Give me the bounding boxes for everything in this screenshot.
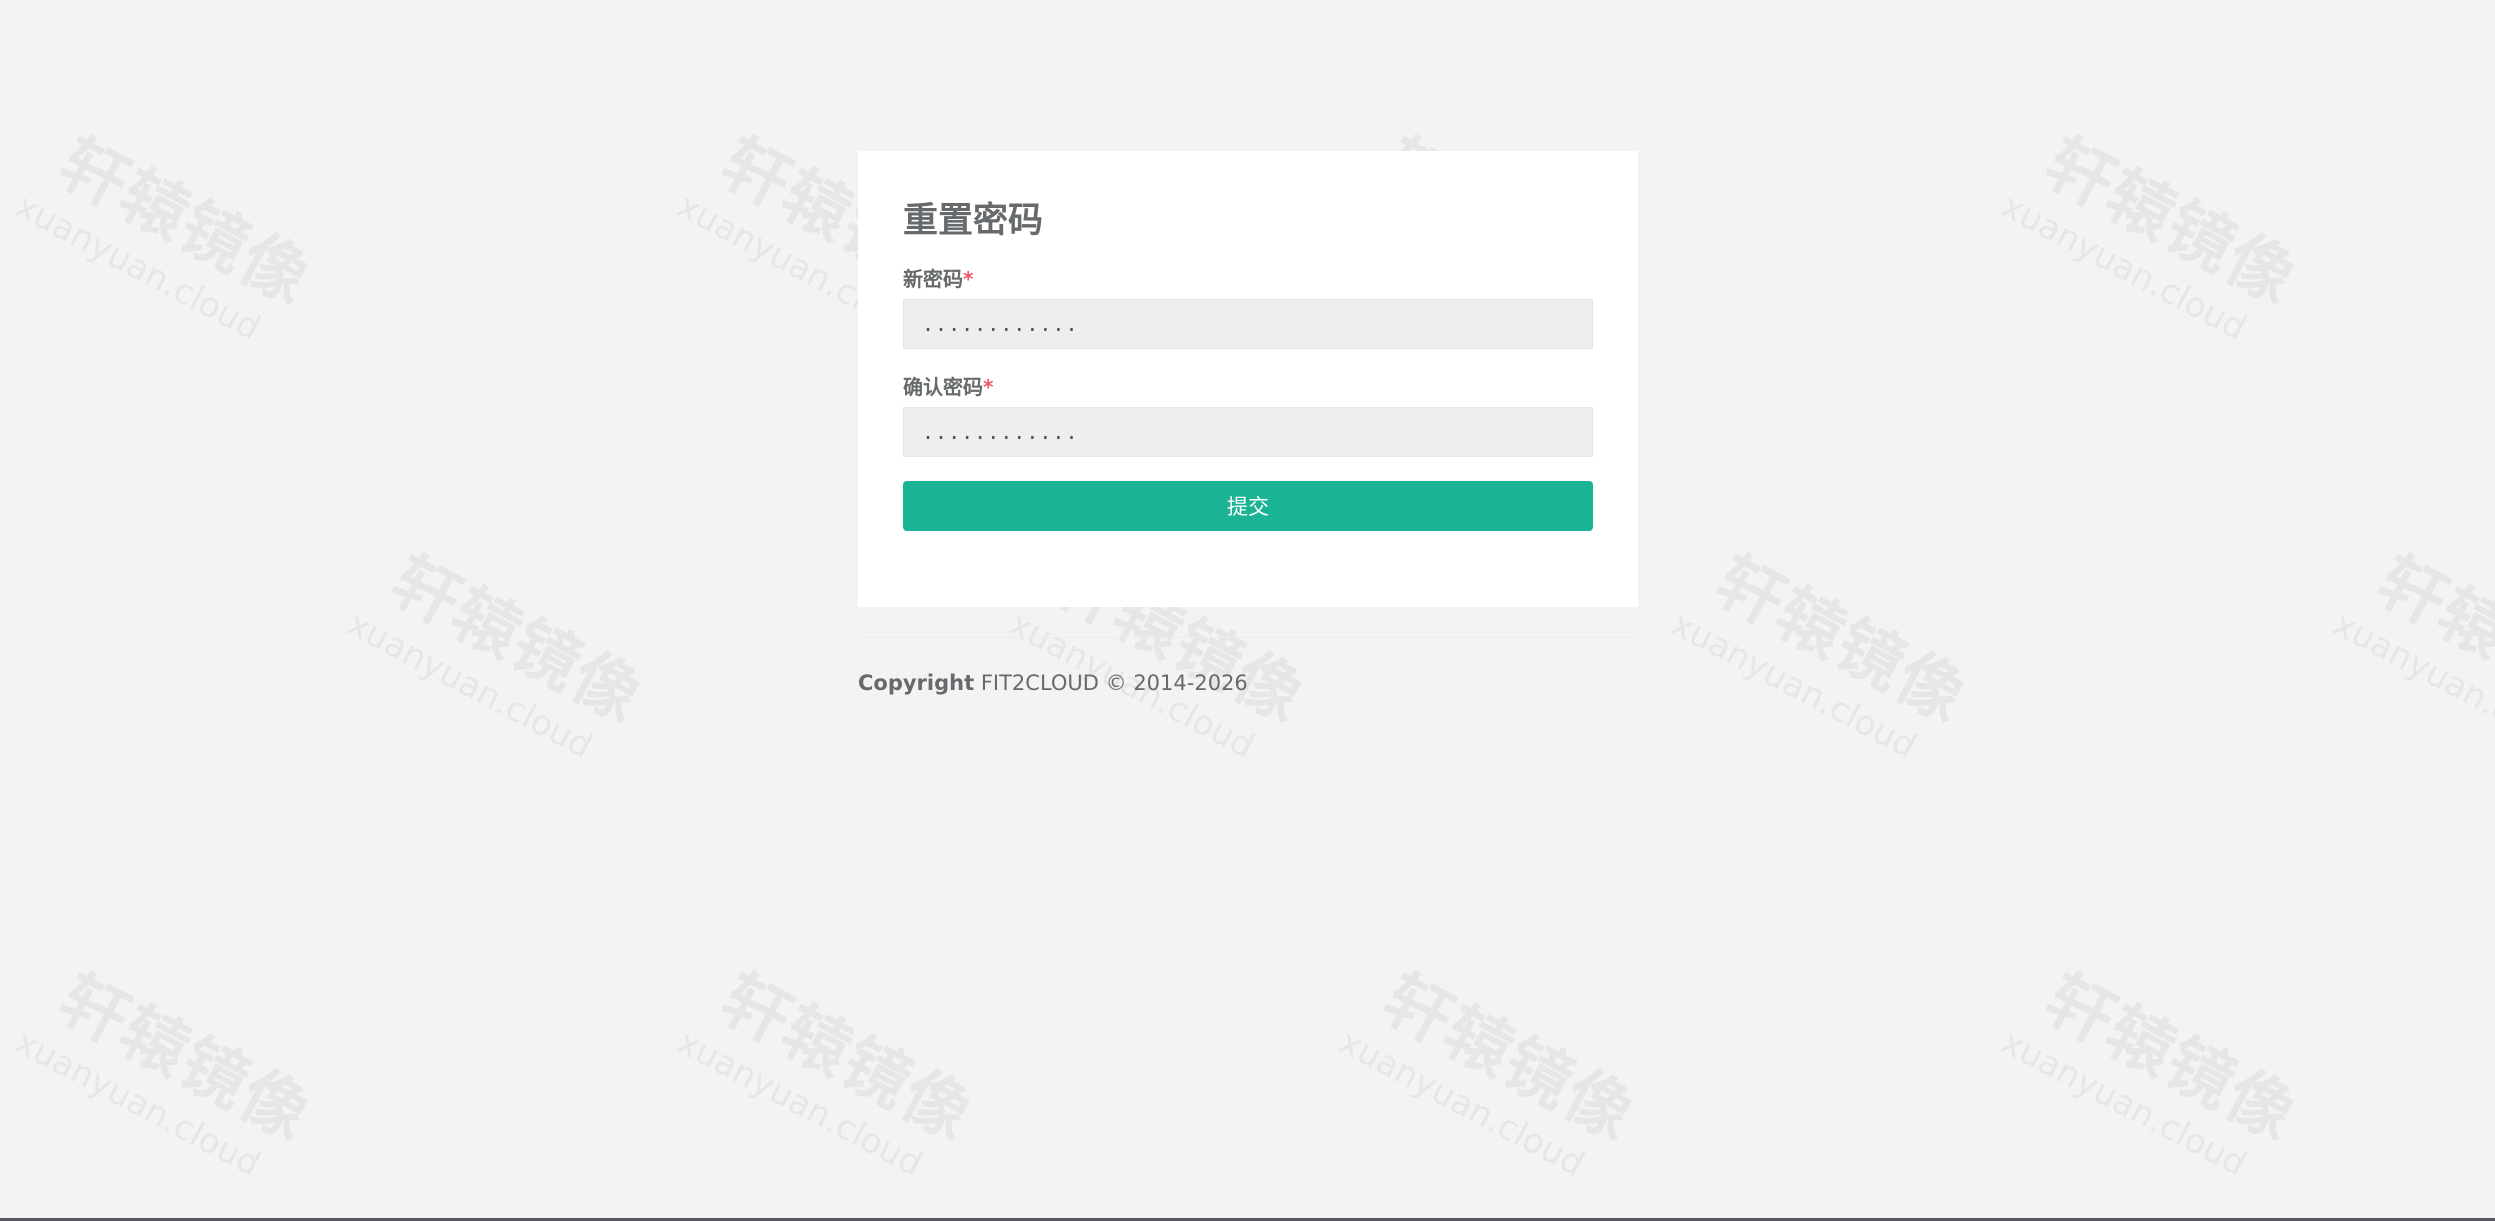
new-password-label-text: 新密码 xyxy=(903,267,963,291)
watermark-text-en: xuanyuan.cloud xyxy=(1994,1022,2253,1185)
confirm-password-label: 确认密码* xyxy=(903,373,1593,401)
submit-button[interactable]: 提交 xyxy=(903,481,1593,531)
watermark-text-en: xuanyuan.cloud xyxy=(340,604,599,767)
copyright-text: FIT2CLOUD © 2014-2026 xyxy=(980,671,1248,695)
watermark-text-cn: 轩辕镜像 xyxy=(708,959,986,1156)
watermark: 轩辕镜像xuanyuan.cloud xyxy=(0,957,349,1221)
watermark-text-cn: 轩辕镜像 xyxy=(378,541,656,738)
watermark: 轩辕镜像xuanyuan.cloud xyxy=(653,957,1012,1221)
confirm-password-field[interactable] xyxy=(903,407,1593,457)
watermark-text-en: xuanyuan.cloud xyxy=(2326,604,2495,767)
page-title: 重置密码 xyxy=(903,201,1044,241)
watermark-text-cn: 轩辕镜像 xyxy=(46,959,324,1156)
watermark-text-en: xuanyuan.cloud xyxy=(670,1022,929,1185)
watermark: 轩辕镜像xuanyuan.cloud xyxy=(1977,957,2336,1221)
new-password-field[interactable] xyxy=(903,299,1593,349)
watermark-text-en: xuanyuan.cloud xyxy=(8,1022,267,1185)
watermark-text-en: xuanyuan.cloud xyxy=(1994,186,2253,349)
new-password-label: 新密码* xyxy=(903,265,1593,293)
watermark-text-en: xuanyuan.cloud xyxy=(8,186,267,349)
footer-divider xyxy=(858,637,1638,638)
watermark: 轩辕镜像xuanyuan.cloud xyxy=(0,121,349,438)
watermark: 轩辕镜像xuanyuan.cloud xyxy=(2309,539,2495,856)
footer: Copyright FIT2CLOUD © 2014-2026 xyxy=(858,668,1248,698)
confirm-password-label-text: 确认密码 xyxy=(903,375,983,399)
watermark-text-cn: 轩辕镜像 xyxy=(46,123,324,320)
required-mark: * xyxy=(963,267,974,291)
watermark-text-en: xuanyuan.cloud xyxy=(1332,1022,1591,1185)
required-mark: * xyxy=(983,375,994,399)
watermark-text-en: xuanyuan.cloud xyxy=(1664,604,1923,767)
watermark-text-cn: 轩辕镜像 xyxy=(2032,959,2310,1156)
watermark-text-cn: 轩辕镜像 xyxy=(1370,959,1648,1156)
watermark: 轩辕镜像xuanyuan.cloud xyxy=(323,539,682,856)
copyright-label: Copyright xyxy=(858,671,975,695)
watermark: 轩辕镜像xuanyuan.cloud xyxy=(1315,957,1674,1221)
watermark: 轩辕镜像xuanyuan.cloud xyxy=(1977,121,2336,438)
reset-password-card: 重置密码 新密码* 确认密码* 提交 xyxy=(858,151,1638,607)
watermark-text-cn: 轩辕镜像 xyxy=(1702,541,1980,738)
watermark-text-cn: 轩辕镜像 xyxy=(2032,123,2310,320)
watermark-text-cn: 轩辕镜像 xyxy=(2364,541,2495,738)
watermark: 轩辕镜像xuanyuan.cloud xyxy=(1647,539,2006,856)
